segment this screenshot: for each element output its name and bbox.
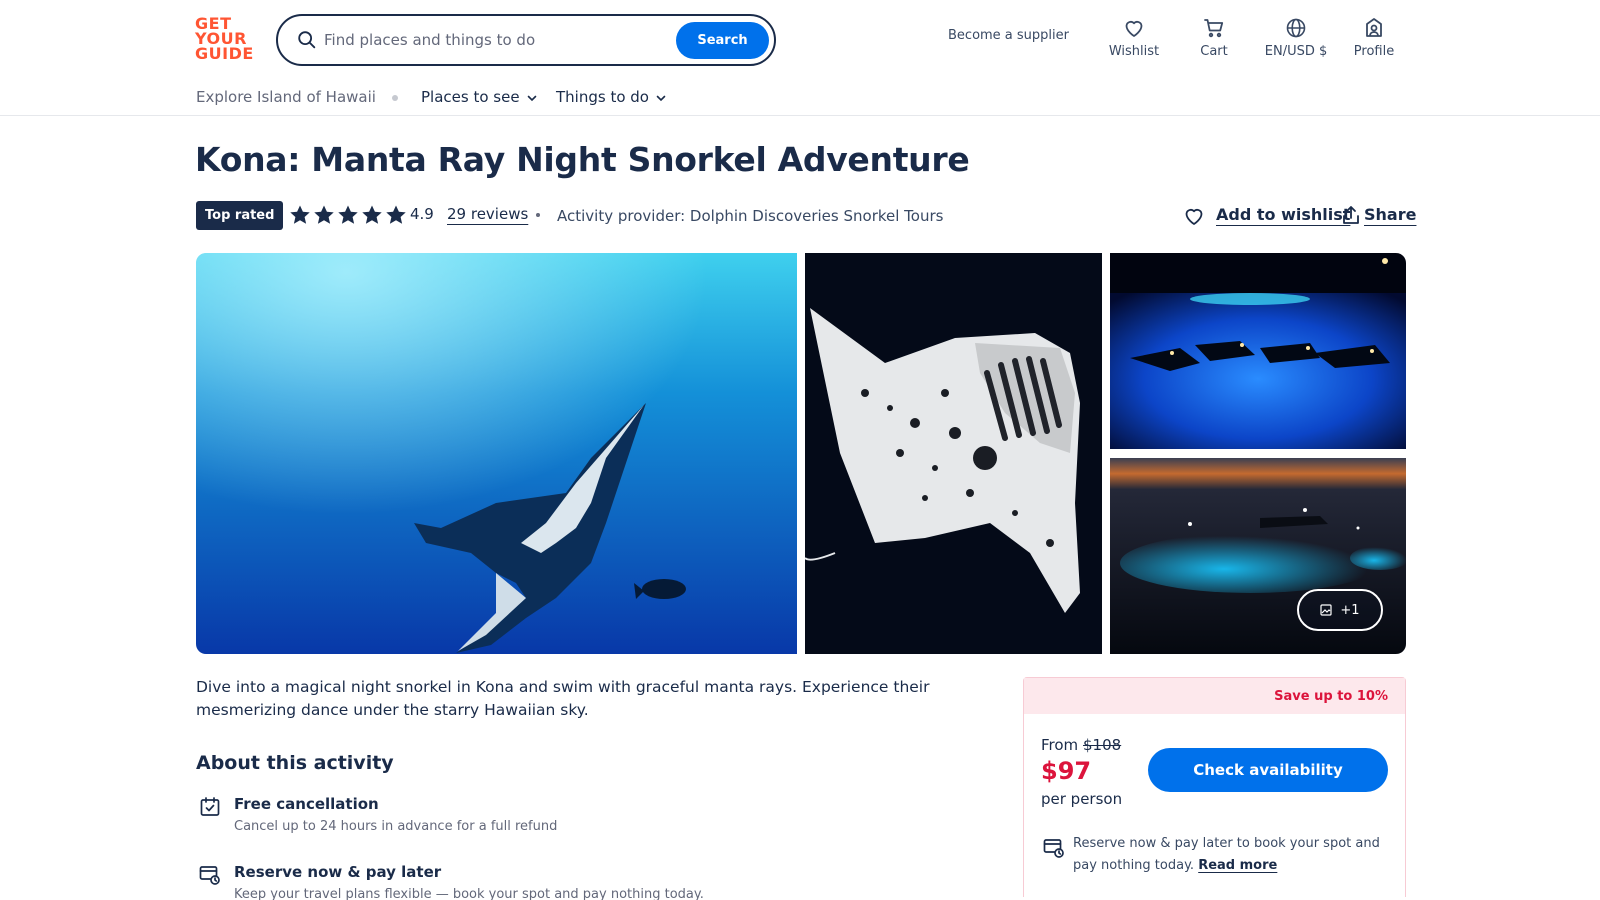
places-to-see-menu[interactable]: Places to see: [421, 88, 538, 106]
card-clock-icon: [199, 866, 220, 885]
chevron-down-icon: [527, 95, 536, 101]
heart-icon: [1185, 208, 1203, 225]
image-icon: [1320, 604, 1333, 616]
card-clock-icon: [1043, 839, 1064, 858]
save-banner-text: Save up to 10%: [1274, 689, 1388, 704]
profile-label: Profile: [1353, 44, 1395, 59]
feature-title: Free cancellation: [234, 795, 379, 813]
star-rating: [288, 203, 408, 227]
gallery-photo-night-snorkelers[interactable]: [1110, 253, 1406, 449]
activity-provider[interactable]: Activity provider: Dolphin Discoveries S…: [557, 207, 943, 225]
places-to-see-label: Places to see: [421, 88, 520, 106]
check-availability-button[interactable]: Check availability: [1148, 748, 1388, 792]
cart-icon: [1204, 19, 1224, 38]
header-profile-button[interactable]: Profile: [1352, 16, 1396, 59]
feature-subtitle: Keep your travel plans flexible — book y…: [234, 887, 704, 900]
star-icon: [362, 205, 382, 224]
per-person-label: per person: [1041, 790, 1123, 808]
calendar-check-icon: [200, 797, 220, 816]
language-currency-button[interactable]: EN/USD $: [1258, 16, 1334, 59]
about-heading: About this activity: [196, 752, 394, 774]
star-icon: [290, 205, 310, 224]
save-banner: Save up to 10%: [1024, 678, 1405, 714]
search-button[interactable]: Search: [676, 22, 769, 59]
star-icon: [338, 205, 358, 224]
current-price: $97: [1041, 757, 1092, 785]
rating-value: 4.9: [410, 205, 434, 223]
top-rated-badge: Top rated: [196, 201, 284, 230]
subnav-separator: [392, 95, 398, 101]
original-price: $108: [1083, 736, 1122, 754]
things-to-do-menu[interactable]: Things to do: [556, 88, 667, 106]
photo-gallery: [196, 253, 1406, 654]
activity-description: Dive into a magical night snorkel in Kon…: [196, 678, 930, 719]
share-icon: [1343, 206, 1359, 224]
share-label: Share: [1364, 205, 1417, 224]
logo-line-3: GUIDE: [195, 44, 254, 63]
explore-hawaii-link[interactable]: Explore Island of Hawaii: [196, 88, 376, 106]
reserve-pay-later-note: Reserve now & pay later to book your spo…: [1073, 833, 1393, 877]
star-icon: [386, 205, 406, 224]
profile-icon: [1366, 18, 1382, 37]
search-input[interactable]: [324, 25, 664, 55]
star-icon: [314, 205, 334, 224]
separator-dot: [536, 213, 540, 217]
more-photos-label: +1: [1340, 602, 1360, 618]
heart-icon: [1125, 20, 1143, 37]
language-currency-label: EN/USD $: [1264, 44, 1328, 59]
activity-title: Kona: Manta Ray Night Snorkel Adventure: [195, 140, 970, 179]
reviews-link[interactable]: 29 reviews: [447, 205, 528, 223]
gallery-photo-manta-belly[interactable]: [805, 253, 1102, 654]
gallery-photo-manta-underwater[interactable]: [196, 253, 797, 654]
wishlist-label: Wishlist: [1108, 44, 1160, 59]
read-more-link[interactable]: Read more: [1198, 858, 1277, 873]
chevron-down-icon: [656, 95, 666, 101]
things-to-do-label: Things to do: [556, 88, 649, 106]
search-bar: Search: [276, 14, 776, 66]
site-header: GET YOUR GUIDE Search Become a supplier …: [0, 0, 1600, 116]
more-photos-button[interactable]: +1: [1297, 589, 1383, 631]
feature-subtitle: Cancel up to 24 hours in advance for a f…: [234, 819, 558, 834]
cart-label: Cart: [1200, 44, 1228, 59]
add-to-wishlist-label: Add to wishlist: [1216, 205, 1351, 224]
search-icon: [298, 31, 316, 49]
feature-title: Reserve now & pay later: [234, 863, 442, 881]
getyourguide-logo[interactable]: GET YOUR GUIDE: [195, 16, 255, 63]
globe-icon: [1286, 18, 1306, 38]
become-supplier-link[interactable]: Become a supplier: [948, 28, 1069, 43]
header-wishlist-button[interactable]: Wishlist: [1106, 16, 1162, 59]
price-from-label: From: [1041, 736, 1079, 754]
header-cart-button[interactable]: Cart: [1196, 16, 1232, 59]
booking-card: Save up to 10% From $108 $97 per person …: [1023, 677, 1406, 897]
